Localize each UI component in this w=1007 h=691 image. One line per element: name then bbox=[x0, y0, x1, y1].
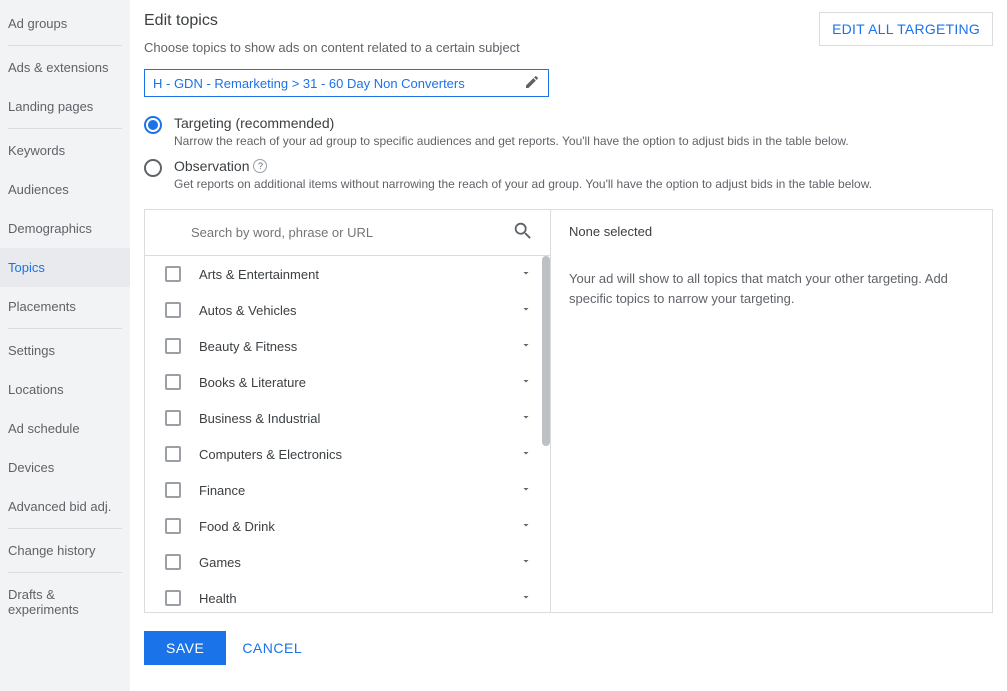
checkbox-icon[interactable] bbox=[165, 338, 181, 354]
topic-label: Food & Drink bbox=[199, 519, 502, 534]
topic-label: Finance bbox=[199, 483, 502, 498]
topic-label: Autos & Vehicles bbox=[199, 303, 502, 318]
targeting-option[interactable]: Targeting (recommended) Narrow the reach… bbox=[144, 115, 993, 148]
sidebar-item-ad-schedule[interactable]: Ad schedule bbox=[0, 409, 130, 448]
adgroup-field[interactable]: H - GDN - Remarketing > 31 - 60 Day Non … bbox=[144, 69, 549, 97]
sidebar-item-settings[interactable]: Settings bbox=[0, 331, 130, 370]
topic-label: Books & Literature bbox=[199, 375, 502, 390]
footer: SAVE CANCEL bbox=[144, 613, 993, 683]
none-selected-title: None selected bbox=[569, 224, 974, 239]
chevron-down-icon[interactable] bbox=[520, 339, 532, 354]
chevron-down-icon[interactable] bbox=[520, 411, 532, 426]
targeting-label: Targeting (recommended) bbox=[174, 115, 849, 131]
page-subtitle: Choose topics to show ads on content rel… bbox=[144, 40, 520, 55]
topic-picker: Arts & Entertainment Autos & Vehicles Be… bbox=[144, 209, 993, 613]
sidebar-item-audiences[interactable]: Audiences bbox=[0, 170, 130, 209]
topic-label: Computers & Electronics bbox=[199, 447, 502, 462]
topic-row[interactable]: Health bbox=[145, 580, 550, 612]
chevron-down-icon[interactable] bbox=[520, 591, 532, 606]
main-content: Edit topics Choose topics to show ads on… bbox=[130, 0, 1007, 691]
observation-desc: Get reports on additional items without … bbox=[174, 177, 872, 191]
topic-row[interactable]: Finance bbox=[145, 472, 550, 508]
topics-list: Arts & Entertainment Autos & Vehicles Be… bbox=[145, 256, 550, 612]
sidebar-item-placements[interactable]: Placements bbox=[0, 287, 130, 326]
topic-row[interactable]: Books & Literature bbox=[145, 364, 550, 400]
checkbox-icon[interactable] bbox=[165, 446, 181, 462]
page-title: Edit topics bbox=[144, 12, 520, 30]
topic-label: Business & Industrial bbox=[199, 411, 502, 426]
observation-label: Observation ? bbox=[174, 158, 872, 174]
topic-row[interactable]: Food & Drink bbox=[145, 508, 550, 544]
pencil-icon[interactable] bbox=[524, 74, 540, 93]
checkbox-icon[interactable] bbox=[165, 518, 181, 534]
sidebar-item-keywords[interactable]: Keywords bbox=[0, 131, 130, 170]
search-icon[interactable] bbox=[512, 220, 534, 245]
checkbox-icon[interactable] bbox=[165, 554, 181, 570]
chevron-down-icon[interactable] bbox=[520, 375, 532, 390]
sidebar-item-ads-extensions[interactable]: Ads & extensions bbox=[0, 48, 130, 87]
sidebar: Ad groups Ads & extensions Landing pages… bbox=[0, 0, 130, 691]
sidebar-item-change-history[interactable]: Change history bbox=[0, 531, 130, 570]
chevron-down-icon[interactable] bbox=[520, 267, 532, 282]
help-icon[interactable]: ? bbox=[253, 159, 267, 173]
sidebar-item-advanced-bid[interactable]: Advanced bid adj. bbox=[0, 487, 130, 526]
topic-label: Beauty & Fitness bbox=[199, 339, 502, 354]
topic-row[interactable]: Autos & Vehicles bbox=[145, 292, 550, 328]
scrollbar-thumb[interactable] bbox=[542, 256, 550, 446]
checkbox-icon[interactable] bbox=[165, 482, 181, 498]
chevron-down-icon[interactable] bbox=[520, 303, 532, 318]
search-input[interactable] bbox=[191, 225, 512, 240]
sidebar-item-devices[interactable]: Devices bbox=[0, 448, 130, 487]
search-row[interactable] bbox=[145, 210, 550, 256]
radio-selected-icon[interactable] bbox=[144, 116, 162, 134]
checkbox-icon[interactable] bbox=[165, 266, 181, 282]
topic-row[interactable]: Games bbox=[145, 544, 550, 580]
radio-unselected-icon[interactable] bbox=[144, 159, 162, 177]
chevron-down-icon[interactable] bbox=[520, 555, 532, 570]
sidebar-item-ad-groups[interactable]: Ad groups bbox=[0, 4, 130, 43]
checkbox-icon[interactable] bbox=[165, 374, 181, 390]
topic-row[interactable]: Computers & Electronics bbox=[145, 436, 550, 472]
topic-row[interactable]: Business & Industrial bbox=[145, 400, 550, 436]
observation-option[interactable]: Observation ? Get reports on additional … bbox=[144, 158, 993, 191]
save-button[interactable]: SAVE bbox=[144, 631, 226, 665]
targeting-desc: Narrow the reach of your ad group to spe… bbox=[174, 134, 849, 148]
sidebar-item-landing-pages[interactable]: Landing pages bbox=[0, 87, 130, 126]
sidebar-item-drafts-experiments[interactable]: Drafts & experiments bbox=[0, 575, 130, 629]
checkbox-icon[interactable] bbox=[165, 410, 181, 426]
chevron-down-icon[interactable] bbox=[520, 447, 532, 462]
none-selected-desc: Your ad will show to all topics that mat… bbox=[569, 269, 974, 308]
topic-row[interactable]: Arts & Entertainment bbox=[145, 256, 550, 292]
picker-available: Arts & Entertainment Autos & Vehicles Be… bbox=[145, 210, 551, 612]
adgroup-text: H - GDN - Remarketing > 31 - 60 Day Non … bbox=[153, 76, 465, 91]
topic-label: Arts & Entertainment bbox=[199, 267, 502, 282]
topic-label: Health bbox=[199, 591, 502, 606]
edit-all-targeting-button[interactable]: EDIT ALL TARGETING bbox=[819, 12, 993, 46]
sidebar-item-demographics[interactable]: Demographics bbox=[0, 209, 130, 248]
picker-selected: None selected Your ad will show to all t… bbox=[551, 210, 992, 612]
sidebar-item-locations[interactable]: Locations bbox=[0, 370, 130, 409]
chevron-down-icon[interactable] bbox=[520, 483, 532, 498]
checkbox-icon[interactable] bbox=[165, 302, 181, 318]
topic-label: Games bbox=[199, 555, 502, 570]
topic-row[interactable]: Beauty & Fitness bbox=[145, 328, 550, 364]
sidebar-item-topics[interactable]: Topics bbox=[0, 248, 130, 287]
checkbox-icon[interactable] bbox=[165, 590, 181, 606]
chevron-down-icon[interactable] bbox=[520, 519, 532, 534]
cancel-button[interactable]: CANCEL bbox=[242, 640, 302, 656]
